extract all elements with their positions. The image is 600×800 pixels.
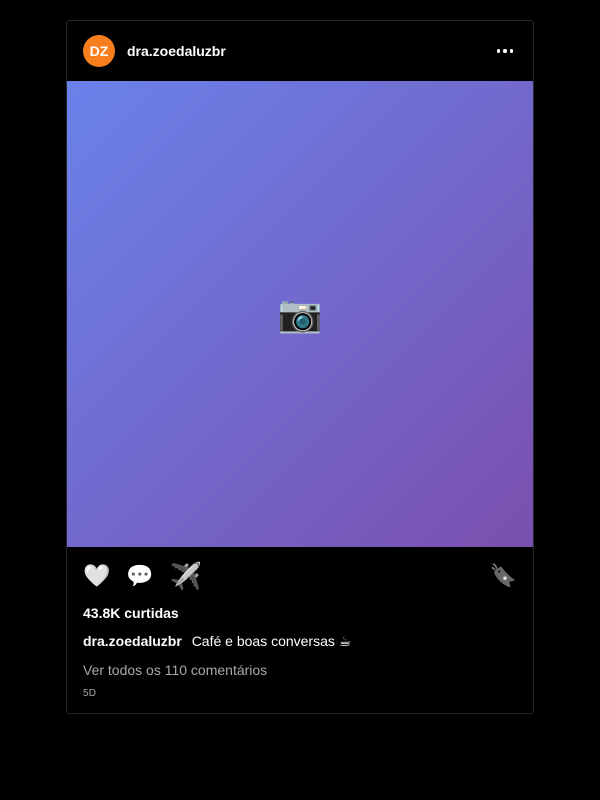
post-header: DZ dra.zoedaluzbr xyxy=(67,21,533,81)
post-image[interactable]: 📷 xyxy=(67,81,533,547)
more-options-icon[interactable] xyxy=(493,39,517,63)
post-card: DZ dra.zoedaluzbr 📷 🤍 💬 ✈️ 🔖 43.8K curti… xyxy=(66,20,534,714)
post-info: 43.8K curtidas dra.zoedaluzbr Café e boa… xyxy=(67,605,533,699)
post-timestamp: 5D xyxy=(83,688,97,699)
post-username[interactable]: dra.zoedaluzbr xyxy=(127,43,493,59)
save-bookmark-icon[interactable]: 🔖 xyxy=(490,565,517,587)
caption-username[interactable]: dra.zoedaluzbr xyxy=(83,633,182,649)
camera-icon: 📷 xyxy=(277,293,323,334)
action-bar: 🤍 💬 ✈️ 🔖 xyxy=(67,547,533,605)
share-airplane-icon[interactable]: ✈️ xyxy=(170,563,202,589)
caption-text: Café e boas conversas ☕ xyxy=(191,633,352,649)
caption: dra.zoedaluzbr Café e boas conversas ☕ xyxy=(83,633,517,650)
view-comments-link[interactable]: Ver todos os 110 comentários xyxy=(83,662,517,678)
like-heart-icon[interactable]: 🤍 xyxy=(83,565,110,587)
comment-bubble-icon[interactable]: 💬 xyxy=(126,565,153,587)
likes-count[interactable]: 43.8K curtidas xyxy=(83,605,517,621)
avatar[interactable]: DZ xyxy=(83,35,115,67)
